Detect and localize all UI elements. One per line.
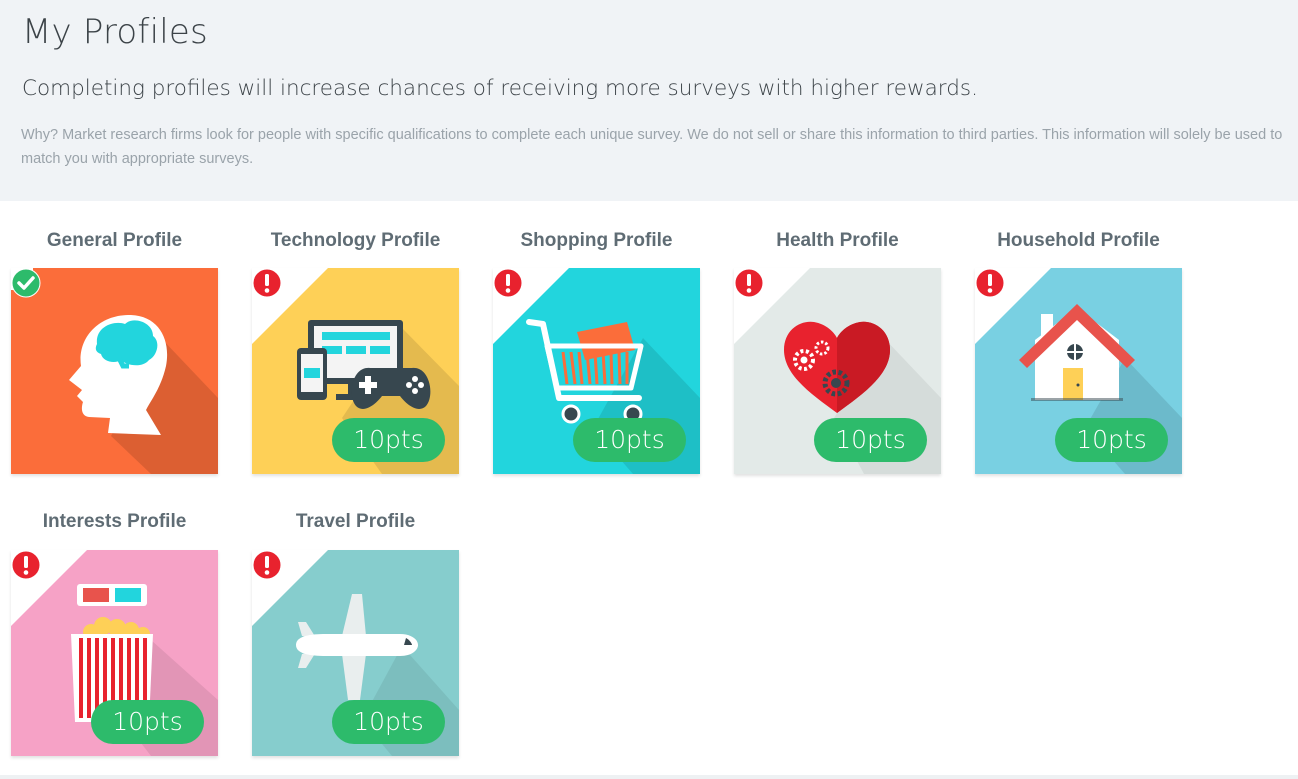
head-brain-icon <box>11 268 218 474</box>
page-header: My Profiles Completing profiles will inc… <box>0 0 1298 201</box>
interests-profile-title: Interests Profile <box>42 511 187 532</box>
shopping-profile-title: Shopping Profile <box>520 230 673 251</box>
health-profile-tile[interactable]: 10pts <box>734 268 941 474</box>
points-badge: 10pts <box>332 700 445 744</box>
general-profile-title: General Profile <box>46 230 183 251</box>
interests-profile-tile[interactable]: 10pts <box>11 550 218 756</box>
privacy-note: Why? Market research firms look for peop… <box>21 127 1283 167</box>
general-profile-tile[interactable] <box>11 268 218 474</box>
technology-profile-tile[interactable]: 10pts <box>252 268 459 474</box>
points-badge: 10pts <box>1055 418 1168 462</box>
complete-check-icon <box>11 268 41 298</box>
technology-profile-title: Technology Profile <box>270 230 441 251</box>
bottom-divider <box>0 775 1298 779</box>
household-profile-tile[interactable]: 10pts <box>975 268 1182 474</box>
travel-profile-tile[interactable]: 10pts <box>252 550 459 756</box>
incomplete-alert-icon <box>493 268 523 298</box>
incomplete-alert-icon <box>252 268 282 298</box>
travel-profile-title: Travel Profile <box>295 511 416 532</box>
shopping-profile-tile[interactable]: 10pts <box>493 268 700 474</box>
incomplete-alert-icon <box>975 268 1005 298</box>
household-profile-title: Household Profile <box>997 230 1160 251</box>
points-badge: 10pts <box>332 418 445 462</box>
health-profile-title: Health Profile <box>776 230 899 251</box>
points-badge: 10pts <box>814 418 927 462</box>
points-badge: 10pts <box>573 418 686 462</box>
page-title: My Profiles <box>22 12 208 52</box>
points-badge: 10pts <box>91 700 204 744</box>
incomplete-alert-icon <box>252 550 282 580</box>
incomplete-alert-icon <box>11 550 41 580</box>
page-subtitle: Completing profiles will increase chance… <box>22 76 978 101</box>
incomplete-alert-icon <box>734 268 764 298</box>
